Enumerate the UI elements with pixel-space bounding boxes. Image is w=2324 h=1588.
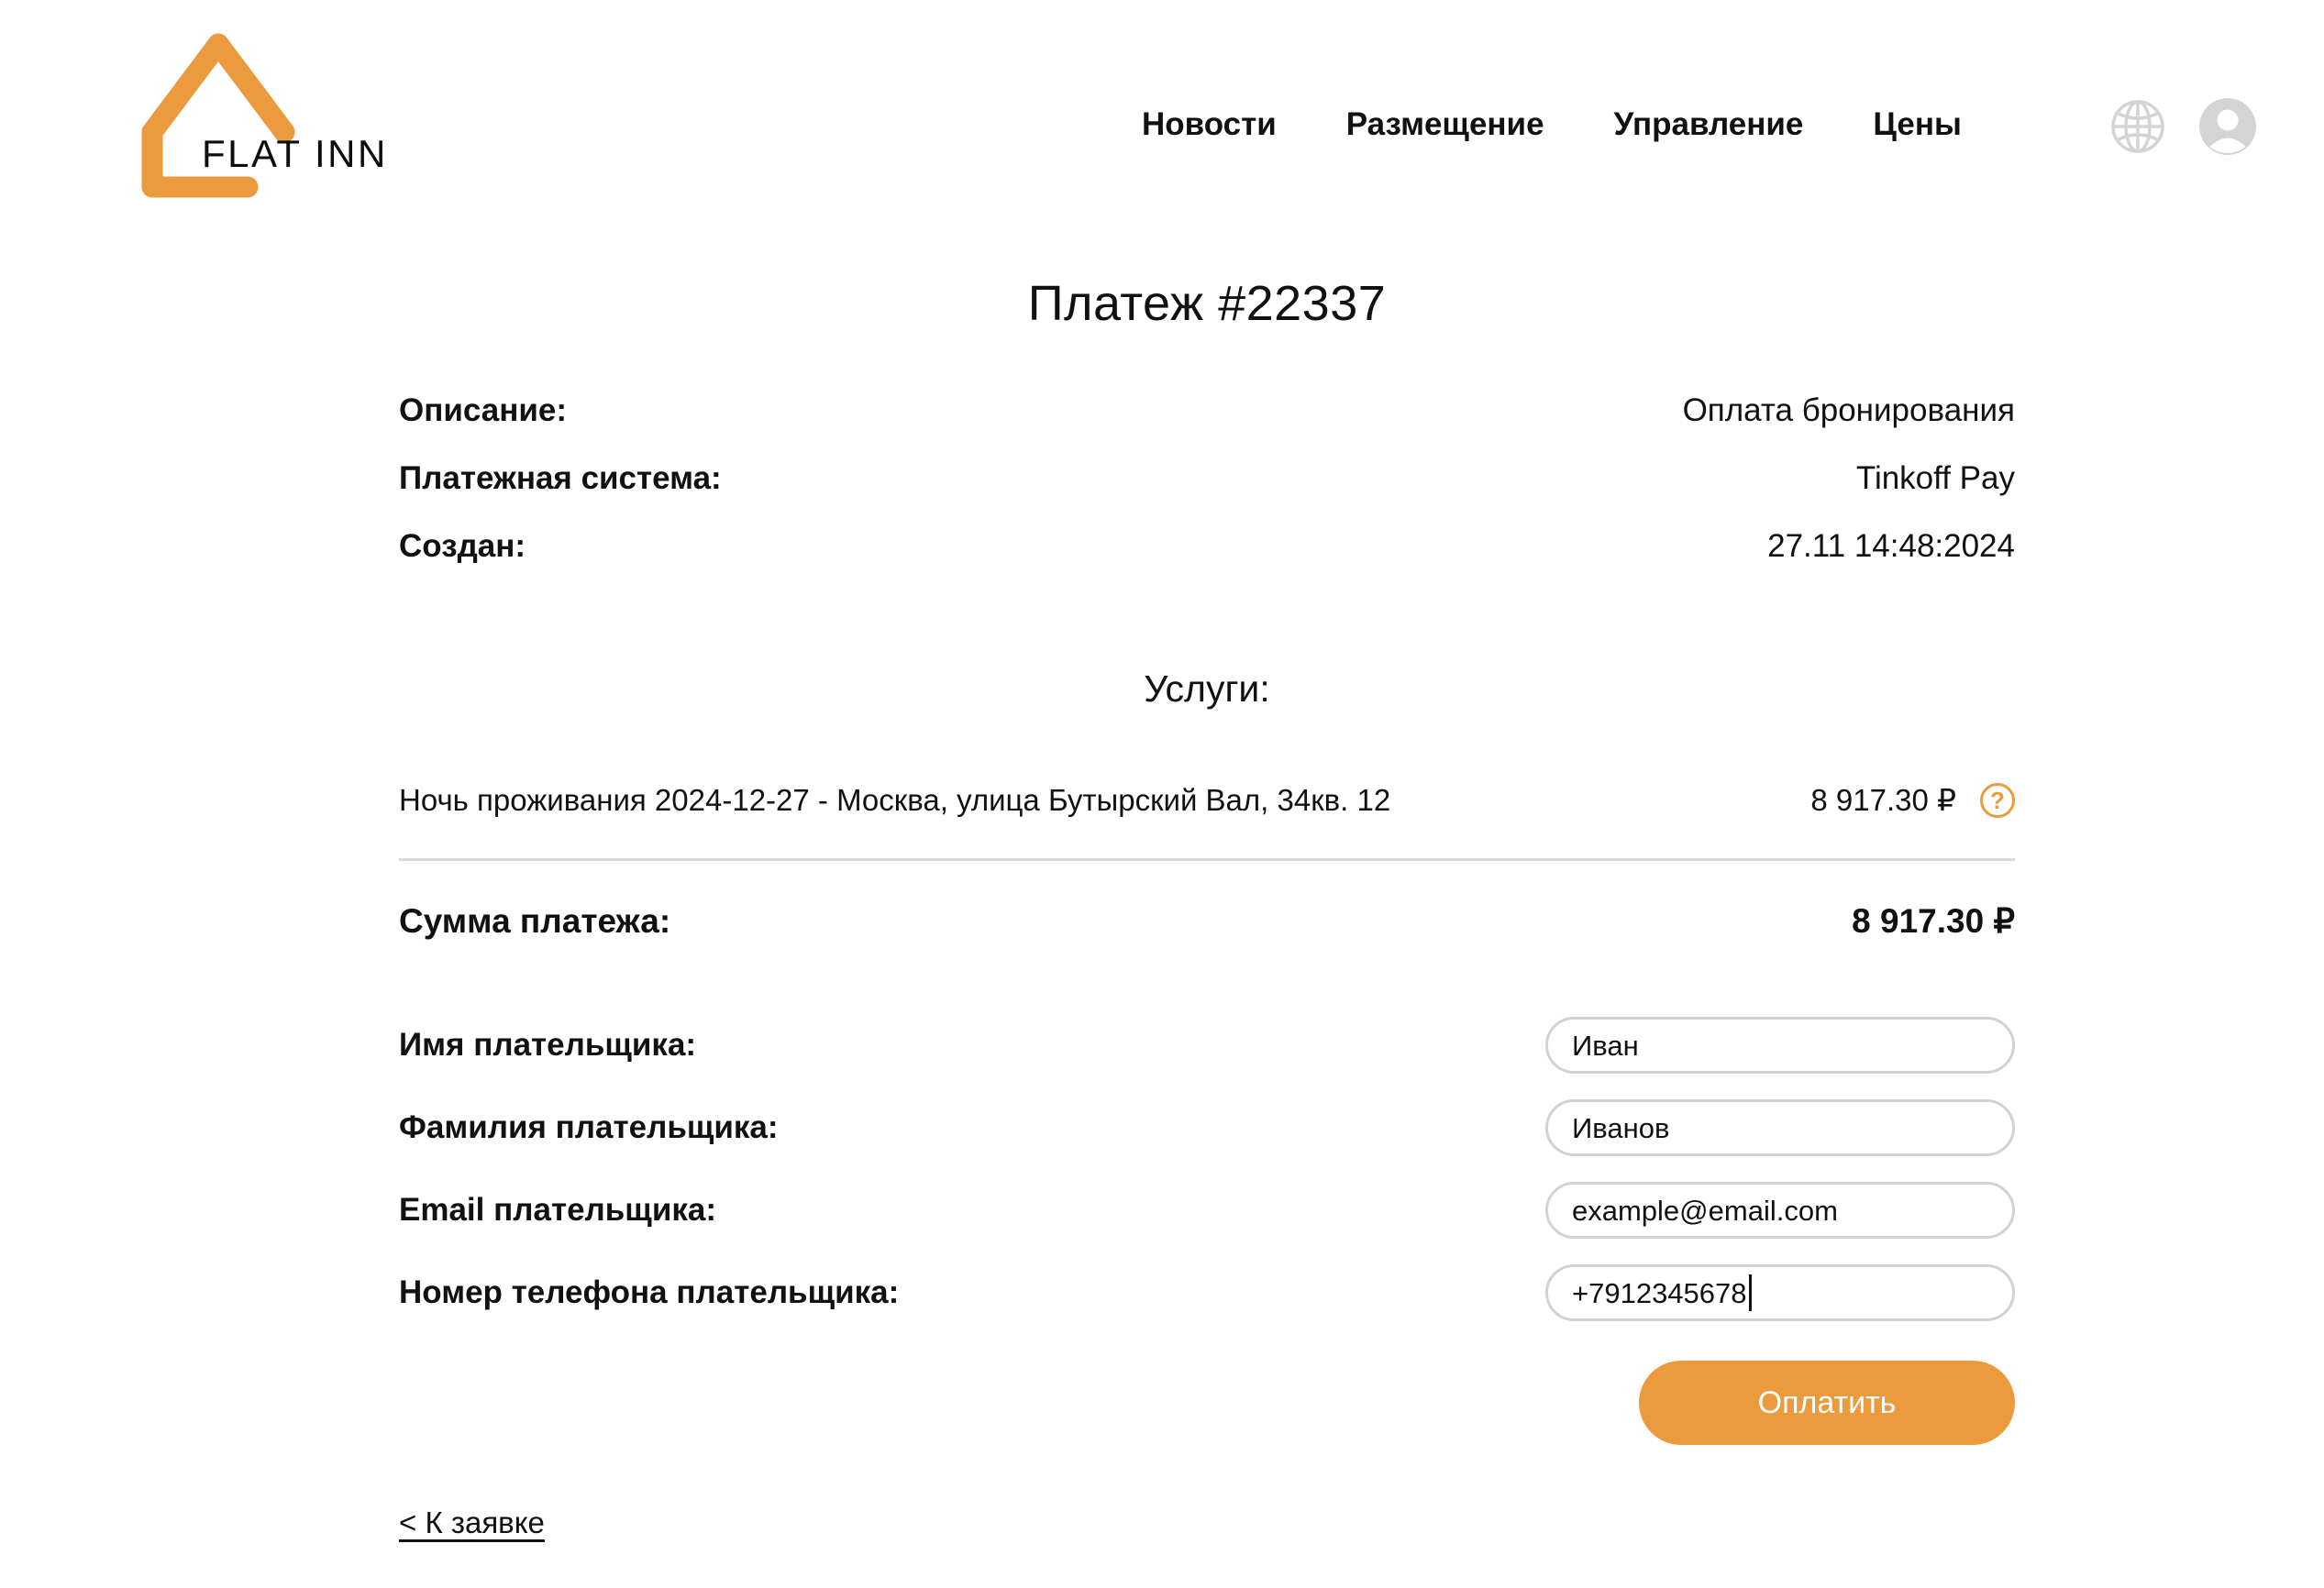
text-caret: [1748, 1274, 1752, 1311]
phone-value: +7912345678: [1572, 1276, 1747, 1309]
email-value: example@email.com: [1572, 1194, 1838, 1227]
footer-links: < К заявке: [399, 1505, 2015, 1540]
form-row-last-name: Фамилия плательщика: Иванов: [399, 1093, 2015, 1163]
last-name-value: Иванов: [1572, 1111, 1670, 1144]
service-line-item: Ночь проживания 2024-12-27 - Москва, ули…: [399, 782, 2015, 861]
main-content: Платеж #22337 Описание: Оплата бронирова…: [399, 0, 2015, 1540]
payment-info-list: Описание: Оплата бронирования Платежная …: [399, 392, 2015, 596]
info-value: Tinkoff Pay: [1855, 460, 2015, 496]
info-label: Создан:: [399, 528, 526, 564]
phone-field[interactable]: +7912345678: [1545, 1264, 2015, 1321]
service-name: Ночь проживания 2024-12-27 - Москва, ули…: [399, 782, 1391, 817]
globe-icon[interactable]: [2108, 96, 2168, 157]
phone-label: Номер телефона плательщика:: [399, 1274, 900, 1310]
form-row-email: Email плательщика: example@email.com: [399, 1175, 2015, 1245]
last-name-field[interactable]: Иванов: [1545, 1099, 2015, 1156]
brand-name: FLAT INN: [202, 132, 388, 175]
header-icon-group: [2108, 96, 2258, 157]
payment-total-value: 8 917.30 ₽: [1852, 902, 2015, 940]
page-title: Платеж #22337: [1027, 276, 1387, 331]
payer-form: Имя плательщика: Иван Фамилия плательщик…: [399, 1010, 2015, 1445]
service-price-group: 8 917.30 ₽ ?: [1810, 782, 2015, 818]
submit-row: Оплатить: [399, 1361, 2015, 1445]
house-outline-icon: [136, 24, 420, 205]
payment-page: FLAT INN Новости Размещение Управление Ц…: [0, 0, 2324, 1588]
brand-logo-link[interactable]: FLAT INN: [136, 24, 420, 205]
info-row-payment-system: Платежная система: Tinkoff Pay: [399, 460, 2015, 528]
form-row-phone: Номер телефона плательщика: +7912345678: [399, 1258, 2015, 1328]
last-name-label: Фамилия плательщика:: [399, 1109, 779, 1145]
question-mark-icon[interactable]: ?: [1980, 782, 2015, 818]
payment-total-row: Сумма платежа: 8 917.30 ₽: [399, 901, 2015, 941]
services-heading: Услуги:: [1144, 667, 1270, 710]
info-value: Оплата бронирования: [1682, 392, 2015, 428]
info-value: 27.11 14:48:2024: [1767, 528, 2015, 564]
info-row-description: Описание: Оплата бронирования: [399, 392, 2015, 460]
payment-total-label: Сумма платежа:: [399, 902, 671, 940]
form-row-first-name: Имя плательщика: Иван: [399, 1010, 2015, 1080]
info-label: Описание:: [399, 392, 568, 428]
first-name-value: Иван: [1572, 1029, 1639, 1062]
back-to-request-link[interactable]: < К заявке: [399, 1505, 545, 1539]
service-price: 8 917.30 ₽: [1810, 783, 1956, 817]
email-field[interactable]: example@email.com: [1545, 1182, 2015, 1239]
email-label: Email плательщика:: [399, 1192, 716, 1228]
first-name-label: Имя плательщика:: [399, 1027, 697, 1063]
pay-button[interactable]: Оплатить: [1639, 1361, 2015, 1445]
first-name-field[interactable]: Иван: [1545, 1017, 2015, 1074]
user-avatar-icon[interactable]: [2197, 96, 2258, 157]
info-row-created: Создан: 27.11 14:48:2024: [399, 528, 2015, 596]
info-label: Платежная система:: [399, 460, 722, 496]
